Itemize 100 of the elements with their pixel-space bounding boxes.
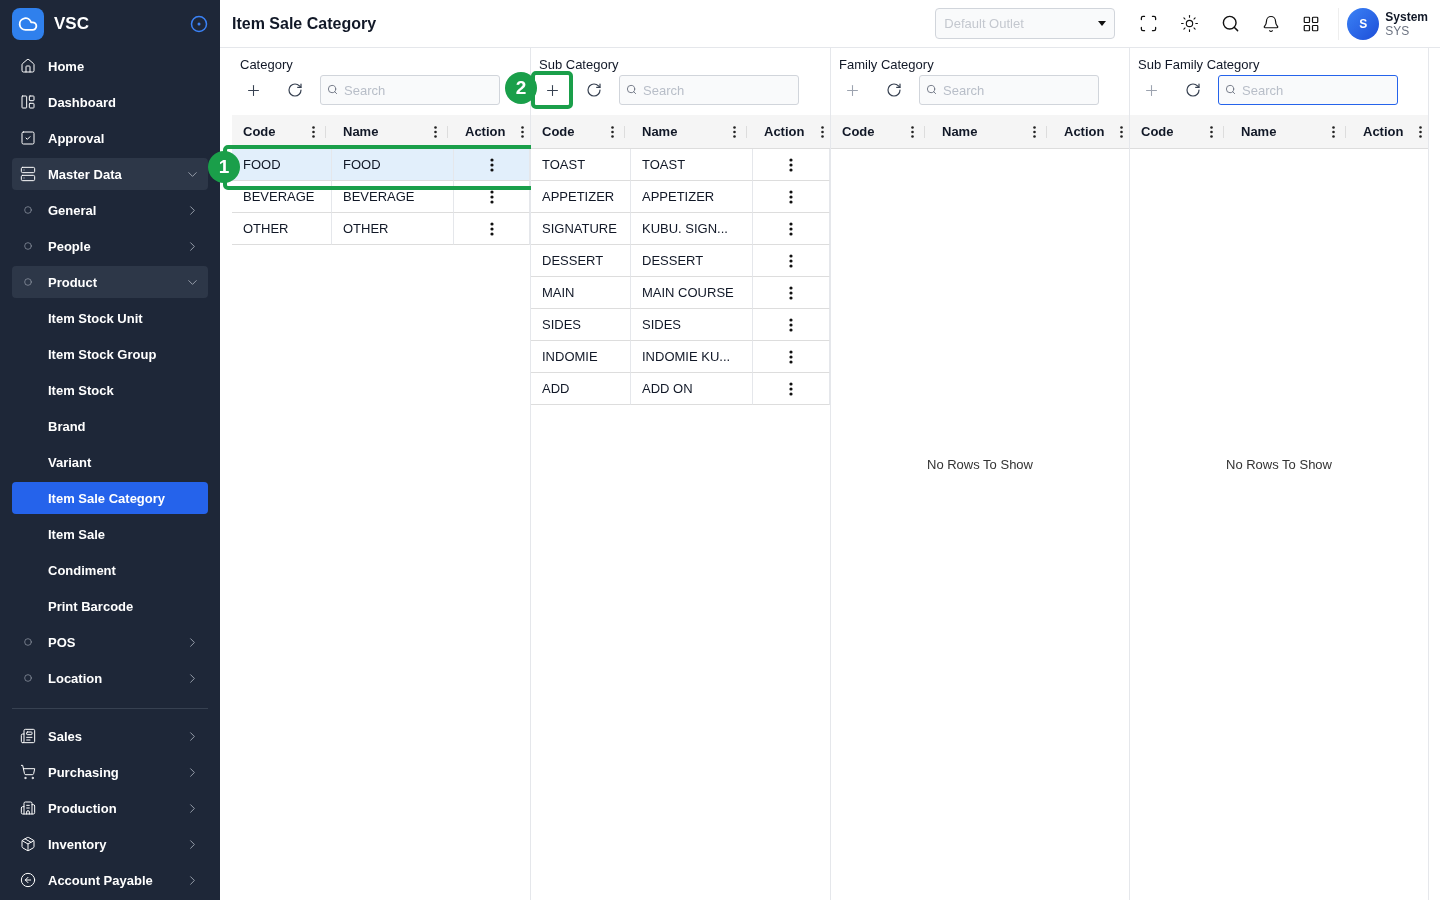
row-menu-button[interactable] — [489, 221, 494, 236]
column-header[interactable]: Code — [531, 115, 631, 149]
sidebar-item[interactable]: Dashboard — [12, 86, 208, 118]
column-menu-icon[interactable] — [1419, 125, 1422, 138]
table-cell: TOAST — [631, 149, 753, 181]
sidebar-item[interactable]: Home — [12, 50, 208, 82]
column-menu-icon[interactable] — [911, 125, 914, 138]
kebab-icon — [789, 317, 793, 332]
column-menu-icon[interactable] — [821, 125, 824, 138]
sidebar-item[interactable]: Condiment — [12, 554, 208, 586]
column-menu-icon[interactable] — [521, 125, 524, 138]
sidebar-item[interactable]: Item Stock Group — [12, 338, 208, 370]
building-icon — [20, 800, 36, 816]
circle-icon — [24, 278, 32, 286]
bell-icon — [1262, 14, 1281, 33]
column-menu-icon[interactable] — [434, 125, 437, 138]
table-cell: ADD ON — [631, 373, 753, 405]
sidebar-item[interactable]: Location — [12, 662, 208, 694]
sidebar-item[interactable]: Purchasing — [12, 756, 208, 788]
column-menu-icon[interactable] — [1033, 125, 1036, 138]
column-header[interactable]: Name — [931, 115, 1053, 149]
table-cell: FOOD — [232, 149, 332, 181]
column-header[interactable]: Action — [1053, 115, 1129, 149]
kebab-icon — [789, 285, 793, 300]
row-menu-button[interactable] — [789, 221, 793, 236]
kebab-icon — [489, 189, 494, 204]
row-menu-button[interactable] — [789, 285, 793, 300]
sidebar-item[interactable]: Item Stock Unit — [12, 302, 208, 334]
sidebar-item[interactable]: General — [12, 194, 208, 226]
row-menu-button[interactable] — [789, 157, 793, 172]
kebab-icon — [789, 157, 793, 172]
row-menu-button[interactable] — [789, 253, 793, 268]
checkbox-icon — [20, 130, 36, 146]
sidebar-item[interactable]: POS — [12, 626, 208, 658]
sidebar-item[interactable]: People — [12, 230, 208, 262]
fullscreen-icon — [1139, 14, 1159, 33]
panel-title: Category — [239, 56, 294, 74]
column-header[interactable]: Code — [1130, 115, 1230, 149]
panel-title: Family Category — [838, 56, 935, 74]
user-name: System — [1385, 9, 1428, 24]
sidebar-item[interactable]: Approval — [12, 122, 208, 154]
cart-icon — [20, 764, 36, 780]
search-field[interactable]: Search — [1218, 75, 1398, 105]
kebab-icon — [789, 221, 793, 236]
column-menu-icon[interactable] — [1332, 125, 1335, 138]
column-menu-icon[interactable] — [611, 125, 614, 138]
pin-toggle-icon[interactable] — [190, 15, 208, 33]
table-cell: MAIN COURSE — [631, 277, 753, 309]
document-icon — [20, 728, 36, 744]
sidebar-item[interactable]: Production — [12, 792, 208, 824]
column-menu-icon[interactable] — [1120, 125, 1123, 138]
row-menu-button[interactable] — [489, 157, 494, 172]
table-cell: APPETIZER — [631, 181, 753, 213]
sidebar-item[interactable]: Sales — [12, 720, 208, 752]
sidebar-item[interactable]: Item Sale Category — [12, 482, 208, 514]
row-menu-button[interactable] — [789, 317, 793, 332]
sidebar-item[interactable]: Item Sale — [12, 518, 208, 550]
table-cell: ADD — [531, 373, 631, 405]
refresh-icon — [1185, 82, 1201, 98]
row-menu-button[interactable] — [789, 381, 793, 396]
table-cell: SIDES — [531, 309, 631, 341]
column-menu-icon[interactable] — [312, 125, 315, 138]
column-header[interactable]: Name — [631, 115, 753, 149]
cloud-icon — [18, 14, 38, 34]
sidebar-item[interactable]: Brand — [12, 410, 208, 442]
table-cell: INDOMIE KU... — [631, 341, 753, 373]
grid-icon — [1302, 14, 1321, 33]
column-menu-icon[interactable] — [1210, 125, 1213, 138]
kebab-icon — [489, 157, 494, 172]
table-cell: SIDES — [631, 309, 753, 341]
panel-title: Sub Category — [538, 56, 620, 74]
arrow-left-icon — [20, 872, 36, 888]
row-menu-button[interactable] — [789, 349, 793, 364]
column-header[interactable]: Code — [831, 115, 931, 149]
sidebar-item[interactable]: Variant — [12, 446, 208, 478]
column-header[interactable]: Action — [753, 115, 830, 149]
circle-icon — [24, 206, 32, 214]
row-menu-button[interactable] — [489, 189, 494, 204]
table-cell: FOOD — [332, 149, 454, 181]
kebab-icon — [789, 349, 793, 364]
table-cell: OTHER — [332, 213, 454, 245]
row-menu-button[interactable] — [789, 189, 793, 204]
sidebar-item[interactable]: Inventory — [12, 828, 208, 860]
sidebar-item[interactable]: Item Stock — [12, 374, 208, 406]
column-header[interactable]: Action — [1352, 115, 1428, 149]
sidebar-item[interactable]: Print Barcode — [12, 590, 208, 622]
refresh-icon — [886, 82, 902, 98]
user-code: SYS — [1385, 23, 1410, 38]
sidebar-item[interactable]: Master Data — [12, 158, 208, 190]
table-cell: OTHER — [232, 213, 332, 245]
sidebar-item[interactable]: Account Payable — [12, 864, 208, 896]
sun-icon — [1180, 14, 1200, 33]
refresh-icon — [287, 82, 303, 98]
kebab-icon — [789, 381, 793, 396]
column-header[interactable]: Name — [1230, 115, 1352, 149]
column-menu-icon[interactable] — [733, 125, 736, 138]
empty-message: No Rows To Show — [927, 457, 1033, 472]
table-cell: KUBU. SIGN... — [631, 213, 753, 245]
user-avatar[interactable]: S — [1347, 7, 1380, 40]
sidebar-item[interactable]: Product — [12, 266, 208, 298]
